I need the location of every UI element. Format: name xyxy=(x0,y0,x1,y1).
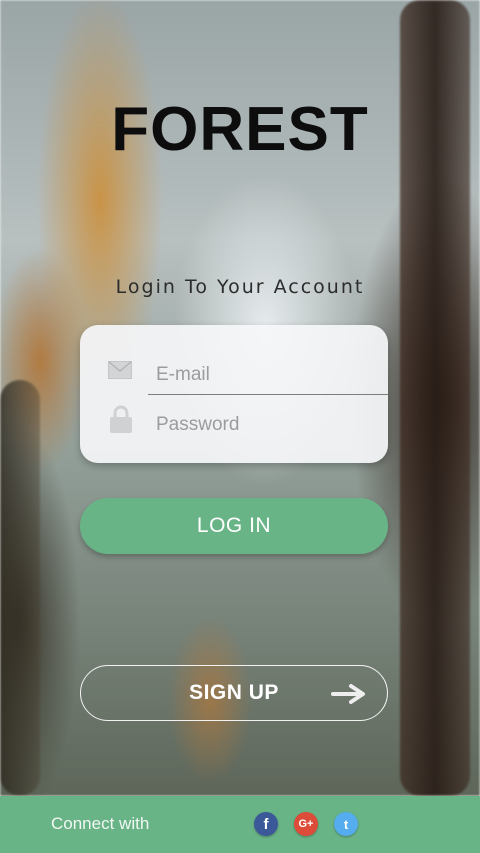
google-plus-icon[interactable]: G+ xyxy=(294,812,318,836)
signup-button[interactable]: SIGN UP xyxy=(80,665,388,721)
login-button-label: LOG IN xyxy=(196,514,272,537)
login-button[interactable]: LOG IN xyxy=(80,498,388,554)
arrow-right-icon xyxy=(331,684,365,704)
login-subtitle: Login To Your Account xyxy=(115,276,365,298)
lock-icon xyxy=(110,405,132,433)
email-field[interactable] xyxy=(148,355,388,395)
facebook-icon[interactable]: f xyxy=(254,812,278,836)
login-card xyxy=(80,325,388,463)
app-logo: FOREST xyxy=(111,95,369,164)
signup-button-label: SIGN UP xyxy=(189,681,279,704)
password-field[interactable] xyxy=(148,405,388,445)
connect-with-label: Connect with xyxy=(51,814,150,833)
mail-icon xyxy=(108,361,132,379)
footer-bar: Connect with f G+ t xyxy=(0,796,480,853)
tree-trunk-left xyxy=(0,380,40,796)
twitter-icon[interactable]: t xyxy=(334,812,358,836)
